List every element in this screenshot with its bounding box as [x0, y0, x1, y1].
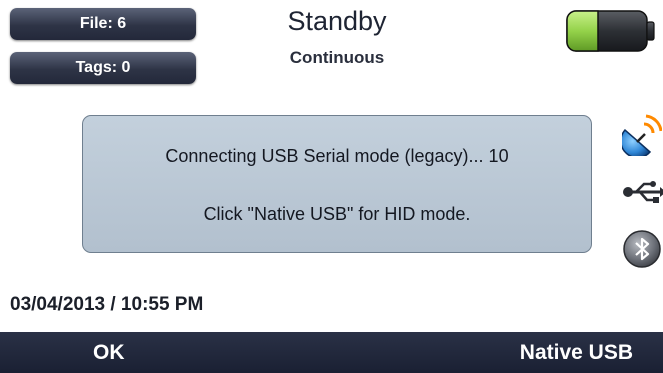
file-count-label: File: 6	[79, 15, 127, 32]
connection-dialog: Connecting USB Serial mode (legacy)... 1…	[82, 115, 592, 253]
bluetooth-icon	[623, 230, 661, 268]
tags-count-label: Tags: 0	[75, 59, 131, 76]
tags-count-button[interactable]: Tags: 0	[10, 52, 196, 84]
file-count-button[interactable]: File: 6	[10, 8, 196, 40]
dialog-message-connecting: Connecting USB Serial mode (legacy)... 1…	[165, 146, 509, 166]
usb-icon	[623, 181, 663, 203]
softkey-bar: OK Native USB	[0, 332, 663, 373]
ok-button[interactable]: OK	[93, 332, 125, 373]
date-time: 03/04/2013 / 10:55 PM	[10, 294, 204, 315]
dialog-message-hint: Click "Native USB" for HID mode.	[203, 204, 471, 224]
status-subtitle: Continuous	[289, 48, 385, 67]
battery-icon	[566, 10, 655, 52]
native-usb-button[interactable]: Native USB	[520, 332, 633, 373]
satellite-icon	[622, 114, 662, 156]
status-title: Standby	[287, 6, 387, 36]
